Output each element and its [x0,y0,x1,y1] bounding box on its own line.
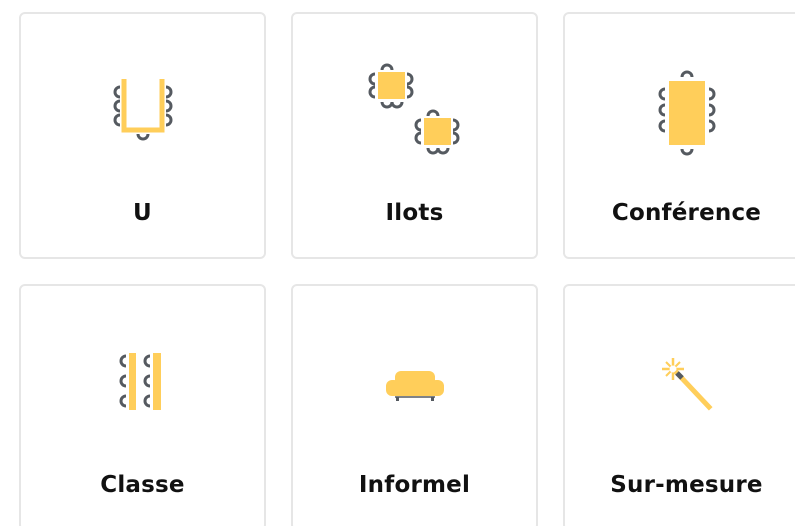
islands-tables-icon [293,62,536,162]
layout-grid: U Ilots Conférence Classe Informel Sur-m… [0,0,795,526]
sofa-icon [293,336,536,436]
layout-option-u[interactable]: U [19,12,266,259]
conference-table-icon [565,64,795,164]
layout-option-ilots[interactable]: Ilots [291,12,538,259]
layout-option-informel[interactable]: Informel [291,284,538,526]
layout-label: U [133,200,152,226]
layout-label: Conférence [611,200,762,226]
layout-label: Classe [100,472,185,498]
layout-label: Informel [358,472,471,498]
layout-option-sur-mesure[interactable]: Sur-mesure [563,284,795,526]
layout-option-classe[interactable]: Classe [19,284,266,526]
classroom-tables-icon [21,336,264,436]
u-shape-table-icon [21,64,264,164]
layout-label: Sur-mesure [610,472,763,498]
layout-option-conference[interactable]: Conférence [563,12,795,259]
layout-label: Ilots [385,200,444,226]
magic-wand-icon [565,336,795,436]
